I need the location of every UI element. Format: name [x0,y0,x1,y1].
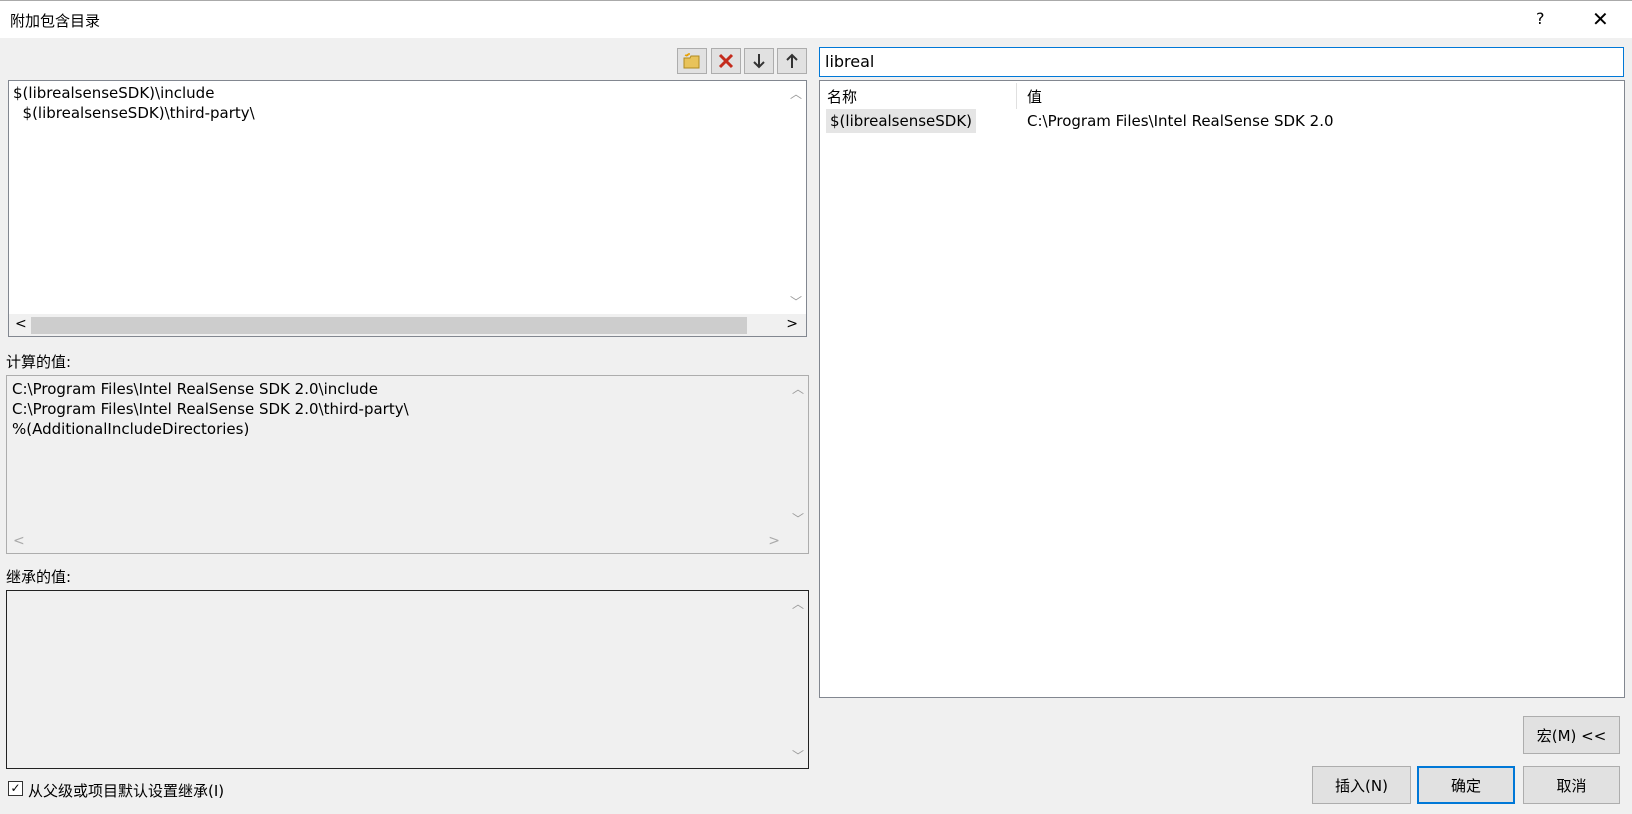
scroll-right-icon[interactable]: > [786,316,798,332]
inherit-checkbox[interactable]: ✓ [8,781,23,796]
cancel-button[interactable]: 取消 [1523,766,1620,804]
editor-line[interactable]: $(librealsenseSDK)\third-party\ [13,103,255,123]
scroll-left-icon[interactable]: < [15,316,27,332]
scroll-down-icon[interactable]: ﹀ [792,747,804,764]
move-up-button[interactable] [777,48,807,74]
include-dirs-editor[interactable]: $(librealsenseSDK)\include $(librealsens… [8,80,807,337]
editor-vertical-scrollbar[interactable]: ︿ ﹀ [785,81,806,314]
computed-values-label: 计算的值: [6,353,72,371]
help-button[interactable]: ? [1536,9,1545,28]
move-up-icon [786,53,798,68]
computed-horizontal-scrollbar[interactable]: < > [7,531,808,553]
move-down-button[interactable] [744,48,774,74]
computed-vertical-scrollbar[interactable]: ︿ ﹀ [787,376,808,531]
delete-line-button[interactable] [711,48,741,74]
delete-icon [718,53,734,69]
scroll-up-icon[interactable]: ︿ [790,85,802,102]
editor-line[interactable]: $(librealsenseSDK)\include [13,83,214,103]
computed-line: C:\Program Files\Intel RealSense SDK 2.0… [12,400,409,418]
column-header-value[interactable]: 值 [1027,86,1042,107]
inherited-values-box: ︿ ﹀ [6,590,809,769]
close-button[interactable]: ✕ [1592,7,1609,31]
scroll-right-icon[interactable]: > [768,533,780,549]
column-divider[interactable] [1016,83,1017,109]
inherit-checkbox-label[interactable]: 从父级或项目默认设置继承(I) [28,780,224,801]
column-header-name[interactable]: 名称 [827,86,857,107]
scroll-down-icon[interactable]: ﹀ [792,510,804,527]
ok-button[interactable]: 确定 [1417,766,1515,804]
scroll-up-icon[interactable]: ︿ [792,380,804,397]
macro-row-name[interactable]: $(librealsenseSDK) [826,109,977,133]
title-bar: 附加包含目录 ? ✕ [0,0,1632,38]
editor-horizontal-scrollbar[interactable]: < > [9,314,806,336]
macro-list[interactable]: 名称 值 $(librealsenseSDK) C:\Program Files… [819,80,1625,698]
scroll-left-icon[interactable]: < [13,533,25,549]
move-down-icon [753,54,765,69]
scroll-up-icon[interactable]: ︿ [792,595,804,612]
macro-search-input[interactable]: libreal [819,47,1624,77]
computed-line: %(AdditionalIncludeDirectories) [12,420,250,438]
new-folder-icon [683,53,700,69]
inherited-vertical-scrollbar[interactable]: ︿ ﹀ [787,591,808,768]
computed-values-box: C:\Program Files\Intel RealSense SDK 2.0… [6,375,809,554]
inherited-values-label: 继承的值: [6,568,72,586]
window-title: 附加包含目录 [10,12,101,30]
scroll-thumb[interactable] [31,317,747,334]
macros-toggle-button[interactable]: 宏(M) << [1523,716,1620,754]
macro-row-value[interactable]: C:\Program Files\Intel RealSense SDK 2.0 [1027,109,1334,133]
new-line-button[interactable] [677,48,707,74]
computed-line: C:\Program Files\Intel RealSense SDK 2.0… [12,380,378,398]
insert-button[interactable]: 插入(N) [1312,766,1411,804]
scroll-down-icon[interactable]: ﹀ [790,293,802,310]
